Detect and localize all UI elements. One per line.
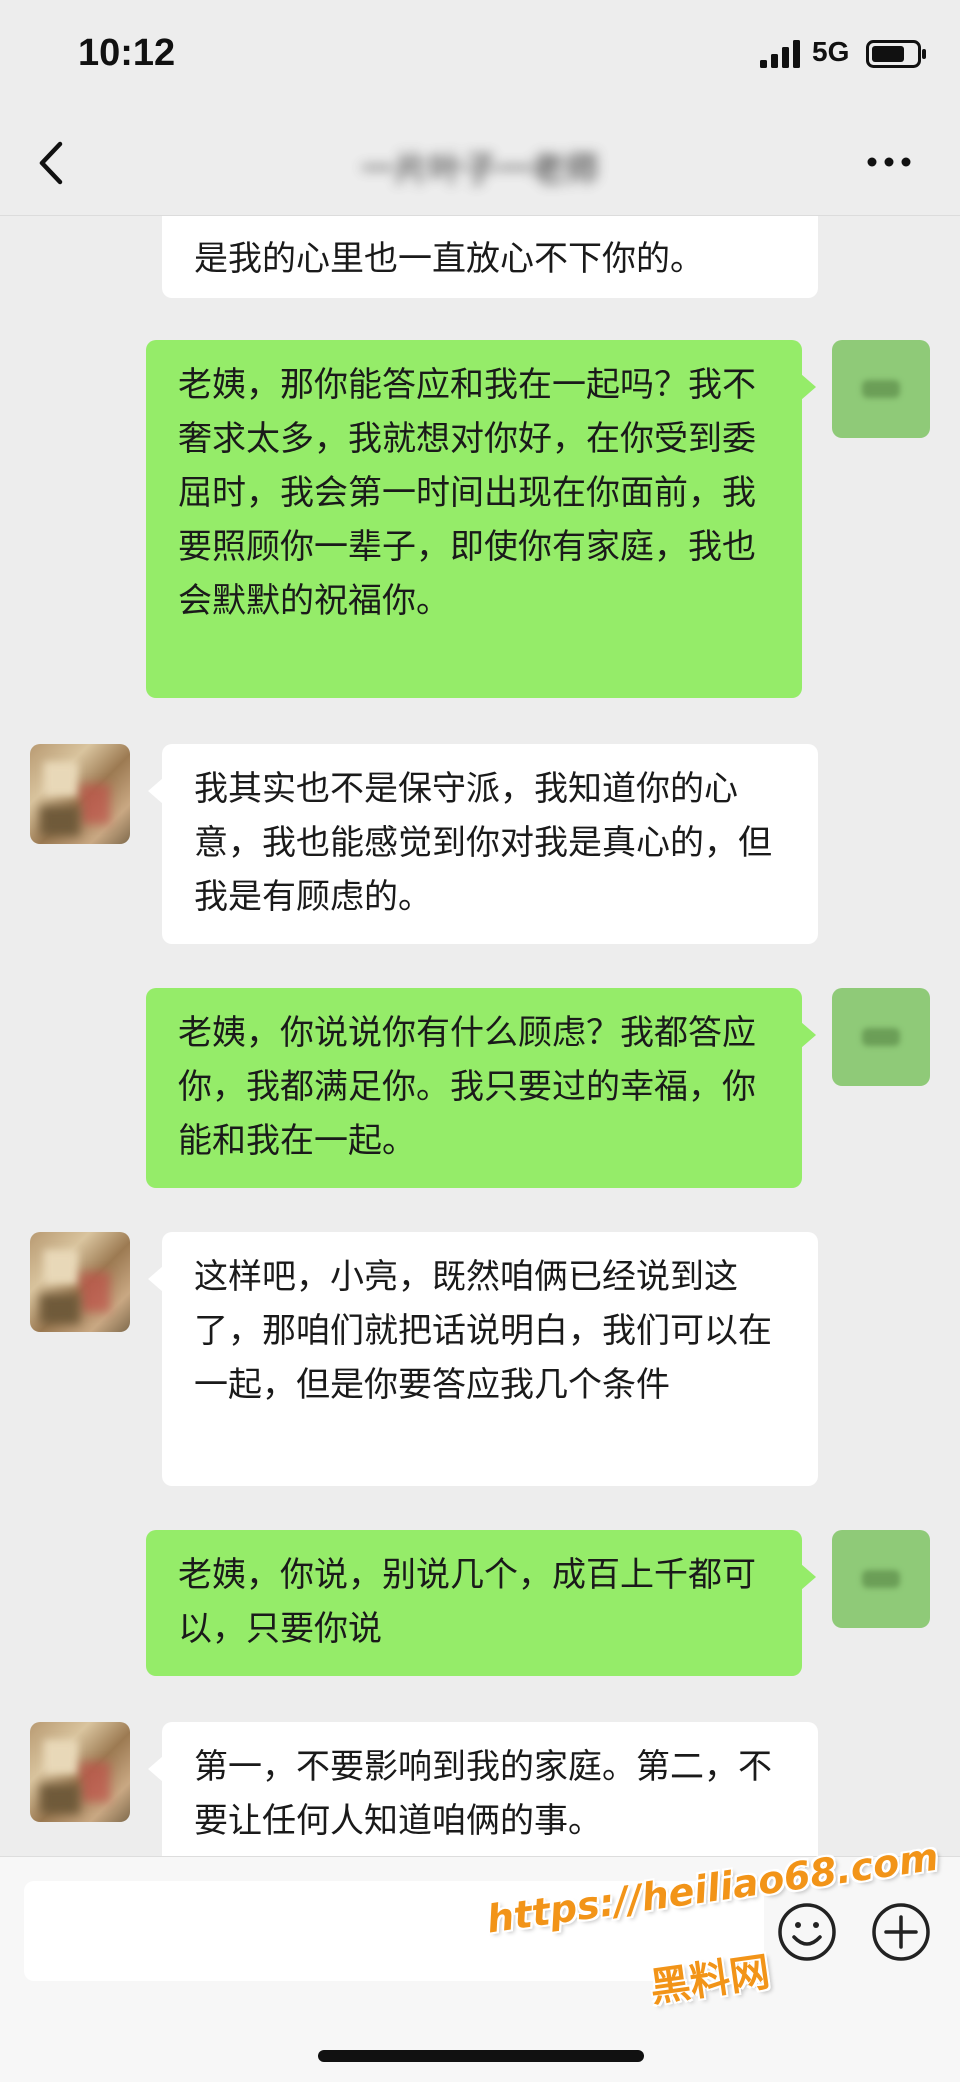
plus-icon[interactable] bbox=[870, 1901, 932, 1963]
my-avatar[interactable] bbox=[832, 1530, 930, 1628]
message-bubble-other[interactable]: 是我的心里也一直放心不下你的。 bbox=[162, 216, 818, 298]
message-bubble-me[interactable]: 老姨，你说说你有什么顾虑？我都答应你，我都满足你。我只要过的幸福，你能和我在一起… bbox=[146, 988, 816, 1188]
message-bubble-me[interactable]: 老姨，那你能答应和我在一起吗？我不奢求太多，我就想对你好，在你受到委屈时，我会第… bbox=[146, 340, 816, 698]
contact-avatar[interactable] bbox=[30, 1232, 130, 1332]
home-indicator bbox=[318, 2050, 644, 2062]
message-bubble-other[interactable]: 这样吧，小亮，既然咱俩已经说到这了，那咱们就把话说明白，我们可以在一起，但是你要… bbox=[148, 1232, 818, 1486]
message-list[interactable]: 是我的心里也一直放心不下你的。 老姨，那你能答应和我在一起吗？我不奢求太多，我就… bbox=[0, 216, 960, 1856]
network-label: 5G bbox=[812, 36, 850, 67]
message-bubble-other[interactable]: 我其实也不是保守派，我知道你的心意，我也能感觉到你对我是真心的，但我是有顾虑的。 bbox=[148, 744, 818, 944]
more-icon[interactable] bbox=[864, 150, 914, 174]
message-bubble-other[interactable]: 第一，不要影响到我的家庭。第二，不要让任何人知道咱俩的事。 bbox=[148, 1722, 818, 1856]
contact-avatar[interactable] bbox=[30, 744, 130, 844]
chat-header: 一片叶子一老师 bbox=[0, 110, 960, 216]
signal-icon bbox=[760, 40, 800, 68]
battery-icon bbox=[866, 40, 926, 68]
chat-screen: 10:12 5G 一片叶子一老师 是我的心里也一直放心不下你的。 老姨，那你能答… bbox=[0, 0, 960, 2082]
contack-avatar[interactable] bbox=[30, 1722, 130, 1822]
emoji-icon[interactable] bbox=[776, 1901, 838, 1963]
status-time: 10:12 bbox=[78, 32, 176, 74]
status-bar: 10:12 5G bbox=[0, 0, 960, 110]
message-bubble-me[interactable]: 老姨，你说，别说几个，成百上千都可以，只要你说 bbox=[146, 1530, 816, 1676]
my-avatar[interactable] bbox=[832, 340, 930, 438]
my-avatar[interactable] bbox=[832, 988, 930, 1086]
chat-title: 一片叶子一老师 bbox=[361, 150, 599, 190]
back-icon[interactable] bbox=[32, 138, 72, 188]
